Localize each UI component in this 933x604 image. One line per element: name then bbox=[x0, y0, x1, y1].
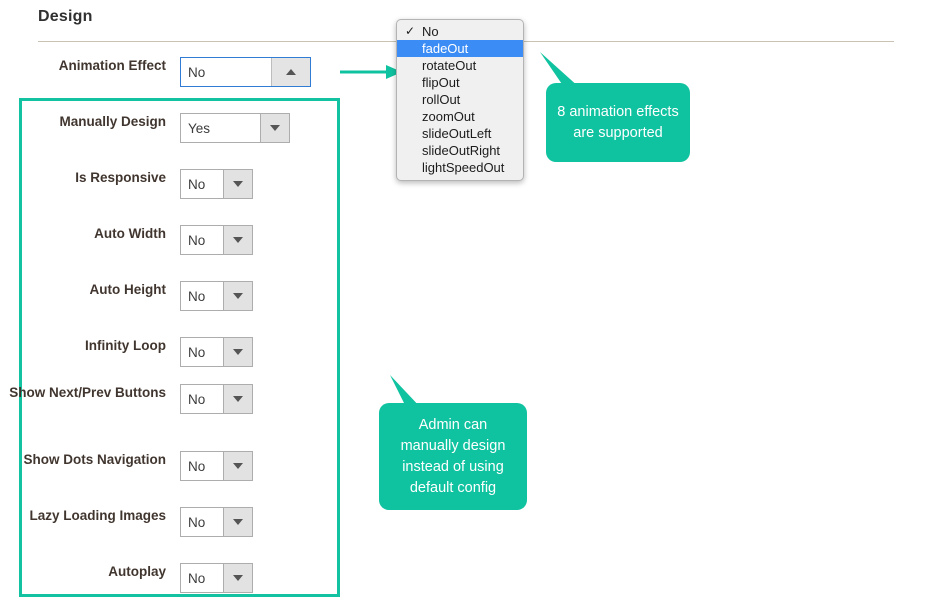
select-value: No bbox=[188, 391, 206, 407]
select-value: No bbox=[188, 458, 206, 474]
pointer-arrow-icon bbox=[340, 65, 402, 79]
dropdown-option[interactable]: lightSpeedOut bbox=[397, 159, 523, 176]
page-title: Design bbox=[38, 8, 93, 25]
animation-effect-value: No bbox=[188, 64, 206, 80]
form-row-lazy-loading-images: Lazy Loading Images No bbox=[0, 507, 340, 537]
form-row-infinity-loop: Infinity Loop No bbox=[0, 337, 340, 367]
form-row-auto-width: Auto Width No bbox=[0, 225, 340, 255]
field-label: Show Next/Prev Buttons bbox=[9, 385, 166, 400]
dropdown-option-label: flipOut bbox=[422, 75, 460, 90]
chevron-down-icon[interactable] bbox=[223, 282, 252, 310]
form-row-animation-effect: Animation Effect No bbox=[0, 57, 340, 87]
select-manually-design[interactable]: Yes bbox=[180, 113, 290, 143]
field-label: Manually Design bbox=[59, 114, 166, 129]
field-label: Infinity Loop bbox=[85, 338, 166, 353]
dropdown-option-label: lightSpeedOut bbox=[422, 160, 505, 175]
dropdown-option-label: slideOutRight bbox=[422, 143, 501, 158]
field-label-animation-effect: Animation Effect bbox=[58, 58, 166, 73]
form-row-manually-design: Manually Design Yes bbox=[0, 113, 340, 143]
select-value: No bbox=[188, 514, 206, 530]
select-infinity-loop[interactable]: No bbox=[180, 337, 253, 367]
select-value: No bbox=[188, 344, 206, 360]
select-value: No bbox=[188, 176, 206, 192]
chevron-down-icon[interactable] bbox=[223, 226, 252, 254]
dropdown-option[interactable]: fadeOut bbox=[397, 40, 523, 57]
select-show-next-prev-buttons[interactable]: No bbox=[180, 384, 253, 414]
dropdown-option-label: zoomOut bbox=[422, 109, 475, 124]
animation-effect-select[interactable]: No bbox=[180, 57, 311, 87]
form-row-autoplay: Autoplay No bbox=[0, 563, 340, 593]
chevron-down-icon[interactable] bbox=[223, 170, 252, 198]
dropdown-option-label: rollOut bbox=[422, 92, 461, 107]
select-value: No bbox=[188, 288, 206, 304]
form-row-show-next-prev-buttons: Show Next/Prev Buttons No bbox=[0, 384, 340, 414]
chevron-down-icon[interactable] bbox=[223, 338, 252, 366]
field-label: Lazy Loading Images bbox=[29, 508, 166, 523]
chevron-down-icon[interactable] bbox=[223, 508, 252, 536]
select-value: Yes bbox=[188, 120, 211, 136]
field-label: Autoplay bbox=[108, 564, 166, 579]
chevron-down-icon[interactable] bbox=[223, 385, 252, 413]
dropdown-option-label: fadeOut bbox=[422, 41, 469, 56]
check-icon: ✓ bbox=[405, 24, 416, 38]
dropdown-option[interactable]: rotateOut bbox=[397, 57, 523, 74]
dropdown-option[interactable]: rollOut bbox=[397, 91, 523, 108]
select-autoplay[interactable]: No bbox=[180, 563, 253, 593]
form-row-auto-height: Auto Height No bbox=[0, 281, 340, 311]
chevron-down-icon[interactable] bbox=[260, 114, 289, 142]
dropdown-option[interactable]: flipOut bbox=[397, 74, 523, 91]
select-value: No bbox=[188, 232, 206, 248]
select-auto-height[interactable]: No bbox=[180, 281, 253, 311]
select-is-responsive[interactable]: No bbox=[180, 169, 253, 199]
caret-up-icon[interactable] bbox=[271, 58, 310, 86]
select-show-dots-navigation[interactable]: No bbox=[180, 451, 253, 481]
animation-effect-dropdown[interactable]: ✓ No fadeOut rotateOut flipOut rollOut zoomOut… bbox=[396, 19, 524, 181]
callout-manual-design: Admin can manually design instead of usi… bbox=[379, 403, 527, 510]
field-label: Auto Width bbox=[94, 226, 166, 241]
select-value: No bbox=[188, 570, 206, 586]
field-label: Is Responsive bbox=[75, 170, 166, 185]
dropdown-option-label: slideOutLeft bbox=[422, 126, 492, 141]
dropdown-option-label: No bbox=[422, 24, 439, 39]
form-row-is-responsive: Is Responsive No bbox=[0, 169, 340, 199]
select-lazy-loading-images[interactable]: No bbox=[180, 507, 253, 537]
dropdown-option[interactable]: slideOutLeft bbox=[397, 125, 523, 142]
dropdown-option-label: rotateOut bbox=[422, 58, 477, 73]
select-auto-width[interactable]: No bbox=[180, 225, 253, 255]
field-label: Show Dots Navigation bbox=[23, 452, 166, 467]
field-label: Auto Height bbox=[89, 282, 167, 297]
dropdown-option[interactable]: zoomOut bbox=[397, 108, 523, 125]
form-row-show-dots-navigation: Show Dots Navigation No bbox=[0, 451, 340, 481]
chevron-down-icon[interactable] bbox=[223, 452, 252, 480]
chevron-down-icon[interactable] bbox=[223, 564, 252, 592]
callout-animation-effects: 8 animation effects are supported bbox=[546, 83, 690, 162]
dropdown-option[interactable]: ✓ No bbox=[397, 23, 523, 40]
dropdown-option[interactable]: slideOutRight bbox=[397, 142, 523, 159]
